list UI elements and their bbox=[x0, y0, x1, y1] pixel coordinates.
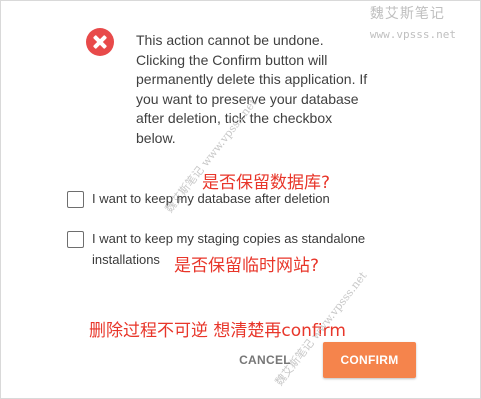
message-line: below. bbox=[136, 129, 176, 146]
cancel-button[interactable]: CANCEL bbox=[232, 350, 298, 370]
keep-staging-label[interactable]: I want to keep my staging copies as stan… bbox=[92, 229, 365, 249]
message-line: Clicking the Confirm button will bbox=[136, 51, 328, 68]
keep-database-label[interactable]: I want to keep my database after deletio… bbox=[92, 189, 330, 209]
annotation-keep-staging: 是否保留临时网站? bbox=[174, 256, 320, 276]
keep-staging-label-cont[interactable]: installations bbox=[92, 250, 160, 270]
error-x-circle-icon bbox=[86, 28, 114, 56]
watermark-site-name: 魏艾斯笔记 bbox=[369, 6, 445, 22]
keep-database-checkbox[interactable] bbox=[67, 191, 84, 208]
message-line: after deletion, tick the checkbox bbox=[136, 110, 333, 126]
message-line: This action cannot be undone. bbox=[136, 32, 324, 48]
keep-staging-checkbox[interactable] bbox=[67, 231, 84, 248]
message-line: you want to preserve your database bbox=[136, 90, 359, 107]
message-line: permanently delete this application. If bbox=[136, 71, 368, 87]
confirm-button[interactable]: CONFIRM bbox=[323, 342, 416, 378]
warning-message: This action cannot be undone. Clicking t… bbox=[136, 31, 396, 148]
delete-application-dialog: 魏艾斯笔记 www.vpsss.net This action cannot b… bbox=[0, 0, 481, 399]
